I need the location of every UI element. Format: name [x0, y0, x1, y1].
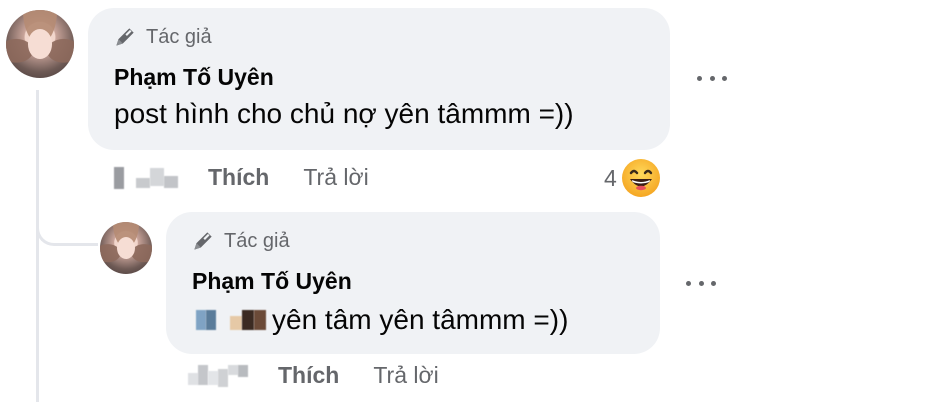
- reply-actions: Thích Trả lời: [188, 362, 439, 389]
- author-badge: Tác giả: [190, 228, 290, 254]
- comment-text: post hình cho chủ nợ yên tâmmm =)): [114, 98, 574, 129]
- thread-line: [36, 90, 39, 402]
- comment-actions: Thích Trả lời: [114, 164, 369, 191]
- reaction-count: 4: [604, 164, 617, 191]
- pen-icon: [116, 28, 134, 46]
- pen-icon: [194, 232, 212, 250]
- timestamp-redacted: [188, 364, 248, 387]
- like-button[interactable]: Thích: [208, 164, 269, 191]
- author-name[interactable]: Phạm Tố Uyên: [114, 64, 274, 91]
- reply-avatar[interactable]: [100, 222, 152, 274]
- author-badge-label: Tác giả: [224, 229, 290, 252]
- comment-bubble: Tác giả Phạm Tố Uyên post hình cho chủ n…: [88, 8, 670, 150]
- reply-text: yên tâm yên tâmmm =)): [272, 304, 569, 335]
- redacted-emoji: [196, 310, 216, 330]
- redacted-emoji: [230, 310, 266, 330]
- author-badge-label: Tác giả: [146, 25, 212, 48]
- timestamp-redacted: [114, 166, 178, 189]
- more-options-button[interactable]: [686, 277, 716, 289]
- author-badge: Tác giả: [112, 24, 212, 50]
- reaction-summary[interactable]: 4: [604, 158, 661, 198]
- author-name[interactable]: Phạm Tố Uyên: [192, 268, 352, 295]
- reply-button[interactable]: Trả lời: [303, 164, 368, 191]
- reply-bubble: Tác giả Phạm Tố Uyên yên tâm yên tâmmm =…: [166, 212, 660, 354]
- reply-button[interactable]: Trả lời: [373, 362, 438, 389]
- laughing-emoji-icon: [621, 159, 660, 197]
- reply-text-row: yên tâm yên tâmmm =)): [196, 304, 568, 336]
- more-options-button[interactable]: [697, 72, 727, 84]
- thread-branch-line: [36, 200, 98, 246]
- avatar[interactable]: [6, 10, 74, 78]
- like-button[interactable]: Thích: [278, 362, 339, 389]
